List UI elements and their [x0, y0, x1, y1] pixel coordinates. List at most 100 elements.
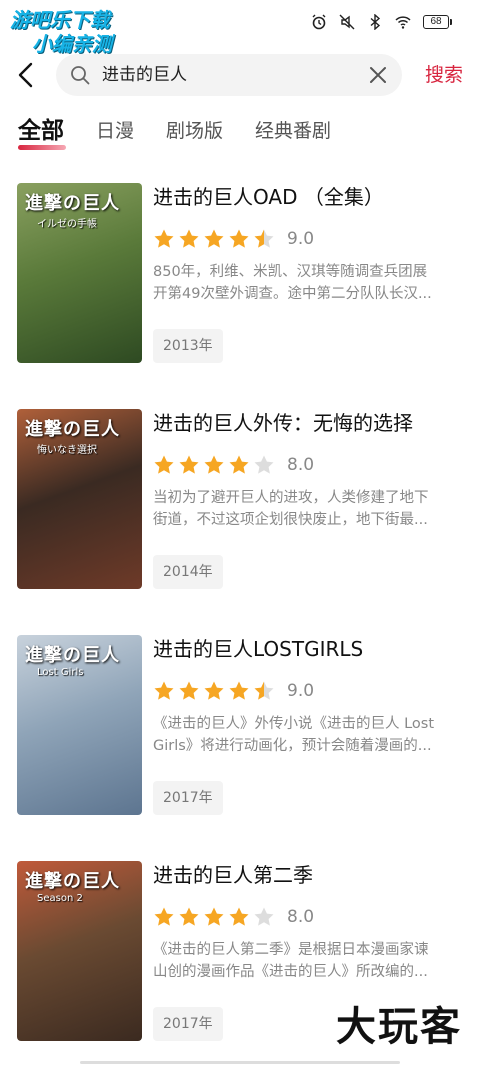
status-bar: 游吧乐下载 小编亲测 68 [0, 0, 480, 56]
poster-image[interactable]: 進撃の巨人 Lost Girls [17, 635, 142, 815]
result-title[interactable]: 进击的巨人第二季 [153, 861, 458, 889]
description-line: 山创的漫画作品《进击的巨人》所改编的... [153, 964, 428, 980]
poster-logo: 進撃の巨人 [25, 645, 120, 666]
result-title[interactable]: 进击的巨人外传：无悔的选择 [153, 409, 458, 437]
search-icon [71, 66, 90, 85]
description-line: 850年，利维、米凯、汉琪等随调查兵团展 [153, 264, 428, 280]
star-filled-icon [179, 681, 199, 700]
battery-icon: 68 [423, 15, 452, 29]
status-icons: 68 [311, 12, 452, 32]
star-filled-icon [229, 681, 249, 700]
tab-label: 剧场版 [166, 120, 224, 142]
tab-label: 日漫 [96, 120, 135, 142]
result-description: 850年，利维、米凯、汉琪等随调查兵团展 开第49次壁外调查。途中第二分队队长汉… [153, 261, 458, 305]
poster-subtitle: Season 2 [37, 893, 83, 904]
star-filled-icon [179, 455, 199, 474]
star-filled-icon [204, 455, 224, 474]
star-rating [153, 228, 275, 250]
result-title[interactable]: 进击的巨人LOSTGIRLS [153, 635, 458, 663]
result-info: 进击的巨人OAD （全集） 9.0 850年，利维、米凯、汉琪等随调查兵团展 开… [153, 183, 458, 363]
rating-score: 8.0 [287, 907, 315, 927]
result-info: 进击的巨人外传：无悔的选择 8.0 当初为了避开巨人的进攻，人类修建了地下 街道… [153, 409, 458, 589]
description-line: Girls》将进行动画化，预计会随着漫画的... [153, 738, 432, 754]
search-input[interactable]: 进击的巨人 [56, 54, 402, 96]
watermark-logo: 游吧乐下载 小编亲测 [10, 8, 150, 56]
description-line: 《进击的巨人》外传小说《进击的巨人 Lost [153, 716, 435, 732]
watermark-brand: 大玩客 [332, 994, 466, 1052]
tab-classic-series[interactable]: 经典番剧 [255, 118, 331, 154]
wifi-icon [395, 16, 411, 29]
result-description: 《进击的巨人第二季》是根据日本漫画家谏 山创的漫画作品《进击的巨人》所改编的..… [153, 939, 458, 983]
description-line: 《进击的巨人第二季》是根据日本漫画家谏 [153, 942, 429, 958]
rating: 8.0 [153, 453, 458, 477]
search-button[interactable]: 搜索 [425, 50, 463, 100]
star-filled-icon [229, 229, 249, 248]
description-line: 街道，不过这项企划很快废止，地下街最... [153, 512, 428, 528]
star-filled-icon [179, 229, 199, 248]
star-filled-icon [154, 907, 174, 926]
description-line: 当初为了避开巨人的进攻，人类修建了地下 [153, 490, 429, 506]
star-half-icon [254, 229, 274, 248]
star-filled-icon [204, 681, 224, 700]
alarm-icon [312, 14, 326, 30]
star-rating [153, 680, 275, 702]
search-header: 进击的巨人 搜索 [0, 50, 480, 100]
star-filled-icon [154, 681, 174, 700]
result-description: 《进击的巨人》外传小说《进击的巨人 Lost Girls》将进行动画化，预计会随… [153, 713, 458, 757]
year-badge: 2017年 [153, 1007, 223, 1041]
result-info: 进击的巨人LOSTGIRLS 9.0 《进击的巨人》外传小说《进击的巨人 Los… [153, 635, 458, 815]
watermark-line1: 游吧乐下载 [10, 8, 110, 32]
star-filled-icon [229, 455, 249, 474]
rating-score: 9.0 [287, 681, 315, 701]
star-rating [153, 906, 275, 928]
poster-image[interactable]: 進撃の巨人 Season 2 [17, 861, 142, 1041]
star-filled-icon [154, 229, 174, 248]
poster-subtitle: 悔いなき選択 [37, 445, 97, 456]
poster-logo: 進撃の巨人 [25, 871, 120, 892]
poster-logo: 進撃の巨人 [25, 193, 120, 214]
result-description: 当初为了避开巨人的进攻，人类修建了地下 街道，不过这项企划很快废止，地下街最..… [153, 487, 458, 531]
tab-label: 经典番剧 [255, 120, 332, 142]
rating: 9.0 [153, 679, 458, 703]
battery-level: 68 [423, 15, 449, 29]
tab-label: 全部 [18, 118, 64, 144]
star-filled-icon [179, 907, 199, 926]
year-badge: 2014年 [153, 555, 223, 589]
poster-subtitle: イルゼの手帳 [37, 219, 97, 230]
active-tab-indicator [18, 145, 66, 150]
tab-movies[interactable]: 剧场版 [166, 118, 223, 154]
category-tabs: 全部 日漫 剧场版 经典番剧 [18, 110, 363, 154]
back-arrow-icon[interactable] [12, 60, 42, 90]
rating-score: 8.0 [287, 455, 315, 475]
tab-japanese-anime[interactable]: 日漫 [96, 118, 134, 154]
search-query-text[interactable]: 进击的巨人 [102, 54, 187, 96]
year-badge: 2013年 [153, 329, 223, 363]
result-item[interactable]: 進撃の巨人 悔いなき選択 进击的巨人外传：无悔的选择 8.0 当初为了避开巨人的… [0, 409, 480, 589]
tab-all[interactable]: 全部 [18, 118, 66, 154]
bluetooth-icon [370, 14, 381, 30]
result-item[interactable]: 進撃の巨人 イルゼの手帳 进击的巨人OAD （全集） 9.0 850年，利维、米… [0, 183, 480, 363]
poster-logo: 進撃の巨人 [25, 419, 120, 440]
home-indicator[interactable] [80, 1061, 400, 1064]
rating: 9.0 [153, 227, 458, 251]
result-title[interactable]: 进击的巨人OAD （全集） [153, 183, 458, 211]
description-line: 开第49次壁外调查。途中第二分队队长汉... [153, 286, 432, 302]
mute-icon [339, 14, 355, 30]
star-half-icon [254, 681, 274, 700]
search-results-list: 進撃の巨人 イルゼの手帳 进击的巨人OAD （全集） 9.0 850年，利维、米… [0, 183, 480, 1087]
result-item[interactable]: 進撃の巨人 Lost Girls 进击的巨人LOSTGIRLS 9.0 《进击的… [0, 635, 480, 815]
clear-icon[interactable] [368, 65, 388, 85]
poster-subtitle: Lost Girls [37, 667, 84, 678]
result-info: 进击的巨人第二季 8.0 《进击的巨人第二季》是根据日本漫画家谏 山创的漫画作品… [153, 861, 458, 1041]
poster-image[interactable]: 進撃の巨人 悔いなき選択 [17, 409, 142, 589]
star-rating [153, 454, 275, 476]
rating: 8.0 [153, 905, 458, 929]
poster-image[interactable]: 進撃の巨人 イルゼの手帳 [17, 183, 142, 363]
star-filled-icon [229, 907, 249, 926]
star-empty-icon [254, 907, 274, 926]
star-filled-icon [154, 455, 174, 474]
star-filled-icon [204, 907, 224, 926]
star-empty-icon [254, 455, 274, 474]
year-badge: 2017年 [153, 781, 223, 815]
rating-score: 9.0 [287, 229, 315, 249]
